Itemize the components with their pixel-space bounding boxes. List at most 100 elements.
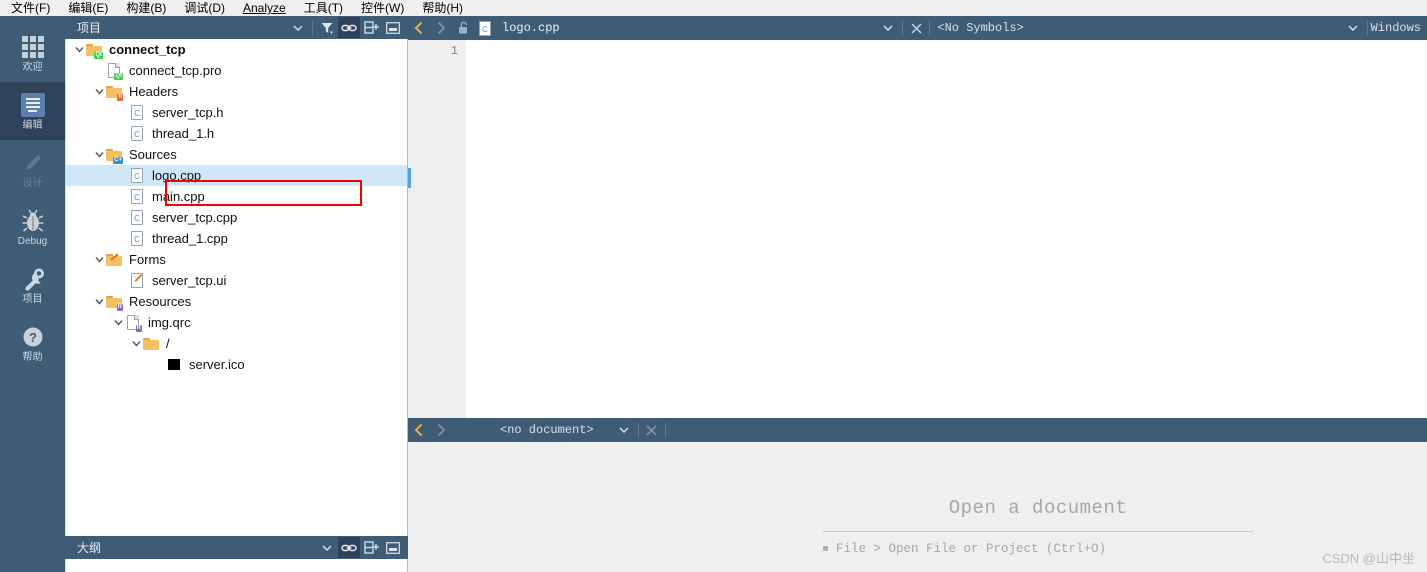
tree-row-server-tcp-cpp[interactable]: C server_tcp.cpp bbox=[66, 207, 407, 228]
link-icon[interactable] bbox=[338, 537, 360, 558]
chevron-down-icon-right[interactable] bbox=[1342, 16, 1364, 40]
mode-label-projects: 项目 bbox=[22, 293, 43, 305]
editor-toolbar-bottom: <no document> bbox=[408, 418, 1427, 442]
placeholder-hint-text: File > Open File or Project (Ctrl+O) bbox=[836, 542, 1107, 556]
split-add-icon[interactable] bbox=[360, 17, 382, 38]
gutter-marker bbox=[408, 168, 411, 188]
cpp-source-file-icon: C bbox=[129, 230, 145, 247]
tree-row-connect-tcp-pro[interactable]: Qt connect_tcp.pro bbox=[66, 60, 407, 81]
toolbar-divider bbox=[664, 423, 666, 437]
cpp-source-file-icon: C bbox=[129, 188, 145, 205]
nav-back-button-bottom[interactable] bbox=[408, 418, 430, 442]
menu-item-window[interactable]: 控件(W) bbox=[352, 0, 413, 16]
no-document-label[interactable]: <no document> bbox=[500, 423, 594, 437]
close-editor-button[interactable] bbox=[906, 16, 926, 40]
tree-label: logo.cpp bbox=[152, 168, 202, 183]
mode-label-edit: 编辑 bbox=[22, 119, 43, 131]
chevron-down-icon[interactable] bbox=[877, 16, 899, 40]
editor-text-area[interactable]: 1 bbox=[408, 40, 1427, 418]
tree-label: server.ico bbox=[189, 357, 245, 372]
sources-folder-icon: C+ bbox=[106, 147, 123, 164]
windows-label[interactable]: Windows bbox=[1371, 21, 1421, 35]
tree-label: connect_tcp.pro bbox=[129, 63, 222, 78]
tree-row-root-slash[interactable]: / bbox=[66, 333, 407, 354]
tree-label: Forms bbox=[129, 252, 166, 267]
minimize-icon[interactable] bbox=[382, 537, 404, 558]
editor-line-number-gutter: 1 bbox=[408, 40, 466, 418]
tree-row-img-qrc[interactable]: R img.qrc bbox=[66, 312, 407, 333]
mode-label-design: 设计 bbox=[22, 177, 43, 189]
tree-row-main-cpp[interactable]: C main.cpp bbox=[66, 186, 407, 207]
qt-pro-file-icon: Qt bbox=[106, 62, 123, 80]
wrench-icon bbox=[20, 266, 46, 292]
editor-code-surface[interactable] bbox=[466, 40, 1427, 418]
menu-item-edit[interactable]: 编辑(E) bbox=[59, 0, 117, 16]
chevron-down-icon[interactable] bbox=[92, 291, 106, 312]
chevron-down-icon[interactable] bbox=[287, 17, 309, 38]
menu-item-build[interactable]: 构建(B) bbox=[117, 0, 175, 16]
menu-item-analyze[interactable]: Analyze bbox=[234, 0, 295, 16]
tree-label: thread_1.cpp bbox=[152, 231, 228, 246]
chevron-down-icon[interactable] bbox=[92, 144, 106, 165]
symbols-selector[interactable]: <No Symbols> bbox=[937, 21, 1023, 35]
project-tree[interactable]: Qt connect_tcp Qt connect_tcp.pro h Head… bbox=[65, 39, 407, 536]
editor-filename[interactable]: logo.cpp bbox=[496, 21, 560, 35]
chevron-down-icon[interactable] bbox=[92, 249, 106, 270]
tree-row-headers[interactable]: h Headers bbox=[66, 81, 407, 102]
tree-row-forms[interactable]: Forms bbox=[66, 249, 407, 270]
menu-item-help[interactable]: 帮助(H) bbox=[413, 0, 472, 16]
close-editor-button-bottom[interactable] bbox=[642, 418, 662, 442]
chevron-down-icon[interactable] bbox=[111, 312, 125, 333]
menu-item-debug[interactable]: 调试(D) bbox=[175, 0, 234, 16]
unlocked-icon[interactable] bbox=[452, 16, 474, 40]
chevron-down-icon[interactable] bbox=[72, 39, 86, 60]
mode-button-welcome[interactable]: 欢迎 bbox=[0, 24, 65, 82]
tree-label: thread_1.h bbox=[152, 126, 215, 141]
tree-label: img.qrc bbox=[148, 315, 191, 330]
link-icon[interactable] bbox=[338, 17, 360, 38]
tree-row-resources[interactable]: R Resources bbox=[66, 291, 407, 312]
tree-row-thread-1-h[interactable]: C thread_1.h bbox=[66, 123, 407, 144]
bug-icon bbox=[20, 208, 46, 234]
chevron-down-icon[interactable] bbox=[129, 333, 143, 354]
mode-button-help[interactable]: ? 帮助 bbox=[0, 314, 65, 372]
mode-button-edit[interactable]: 编辑 bbox=[0, 82, 65, 140]
mode-label-welcome: 欢迎 bbox=[22, 61, 43, 73]
filter-icon[interactable] bbox=[316, 17, 338, 38]
toolbar-divider bbox=[637, 423, 639, 437]
tree-label: server_tcp.ui bbox=[152, 273, 227, 288]
forms-folder-icon bbox=[106, 252, 122, 268]
nav-forward-button-bottom[interactable] bbox=[430, 418, 452, 442]
mode-selector-bar: 欢迎 编辑 设计 Debug 项目 ? 帮助 bbox=[0, 16, 65, 572]
toolbar-divider bbox=[312, 20, 313, 35]
split-add-icon[interactable] bbox=[360, 537, 382, 558]
mode-button-debug[interactable]: Debug bbox=[0, 198, 65, 256]
menu-item-tools[interactable]: 工具(T) bbox=[295, 0, 352, 16]
tree-row-thread-1-cpp[interactable]: C thread_1.cpp bbox=[66, 228, 407, 249]
tree-label: Resources bbox=[129, 294, 192, 309]
chevron-down-icon[interactable] bbox=[92, 81, 106, 102]
tree-row-server-tcp-ui[interactable]: server_tcp.ui bbox=[66, 270, 407, 291]
tree-row-sources[interactable]: C+ Sources bbox=[66, 144, 407, 165]
tree-label: Sources bbox=[129, 147, 177, 162]
nav-forward-button[interactable] bbox=[430, 16, 452, 40]
project-panel-header: 项目 bbox=[65, 16, 408, 39]
qt-creator-window: 文件(F) 编辑(E) 构建(B) 调试(D) Analyze 工具(T) 控件… bbox=[0, 0, 1427, 572]
svg-text:?: ? bbox=[29, 330, 37, 345]
mode-button-design[interactable]: 设计 bbox=[0, 140, 65, 198]
tree-row-server-ico[interactable]: server.ico bbox=[66, 354, 407, 375]
placeholder-divider bbox=[823, 531, 1253, 532]
tree-label: / bbox=[166, 336, 170, 351]
mode-label-help: 帮助 bbox=[22, 351, 43, 363]
mode-button-projects[interactable]: 项目 bbox=[0, 256, 65, 314]
chevron-down-icon[interactable] bbox=[613, 418, 635, 442]
tree-row-connect-tcp[interactable]: Qt connect_tcp bbox=[66, 39, 407, 60]
menu-item-file[interactable]: 文件(F) bbox=[2, 0, 59, 16]
nav-back-button[interactable] bbox=[408, 16, 430, 40]
tree-row-server-tcp-h[interactable]: C server_tcp.h bbox=[66, 102, 407, 123]
bullet-icon bbox=[823, 546, 828, 552]
tree-row-logo-cpp[interactable]: C logo.cpp bbox=[66, 165, 407, 186]
placeholder-hint-item[interactable]: File > Open File or Project (Ctrl+O) bbox=[823, 542, 1253, 556]
minimize-icon[interactable] bbox=[382, 17, 404, 38]
chevron-down-icon[interactable] bbox=[316, 537, 338, 558]
